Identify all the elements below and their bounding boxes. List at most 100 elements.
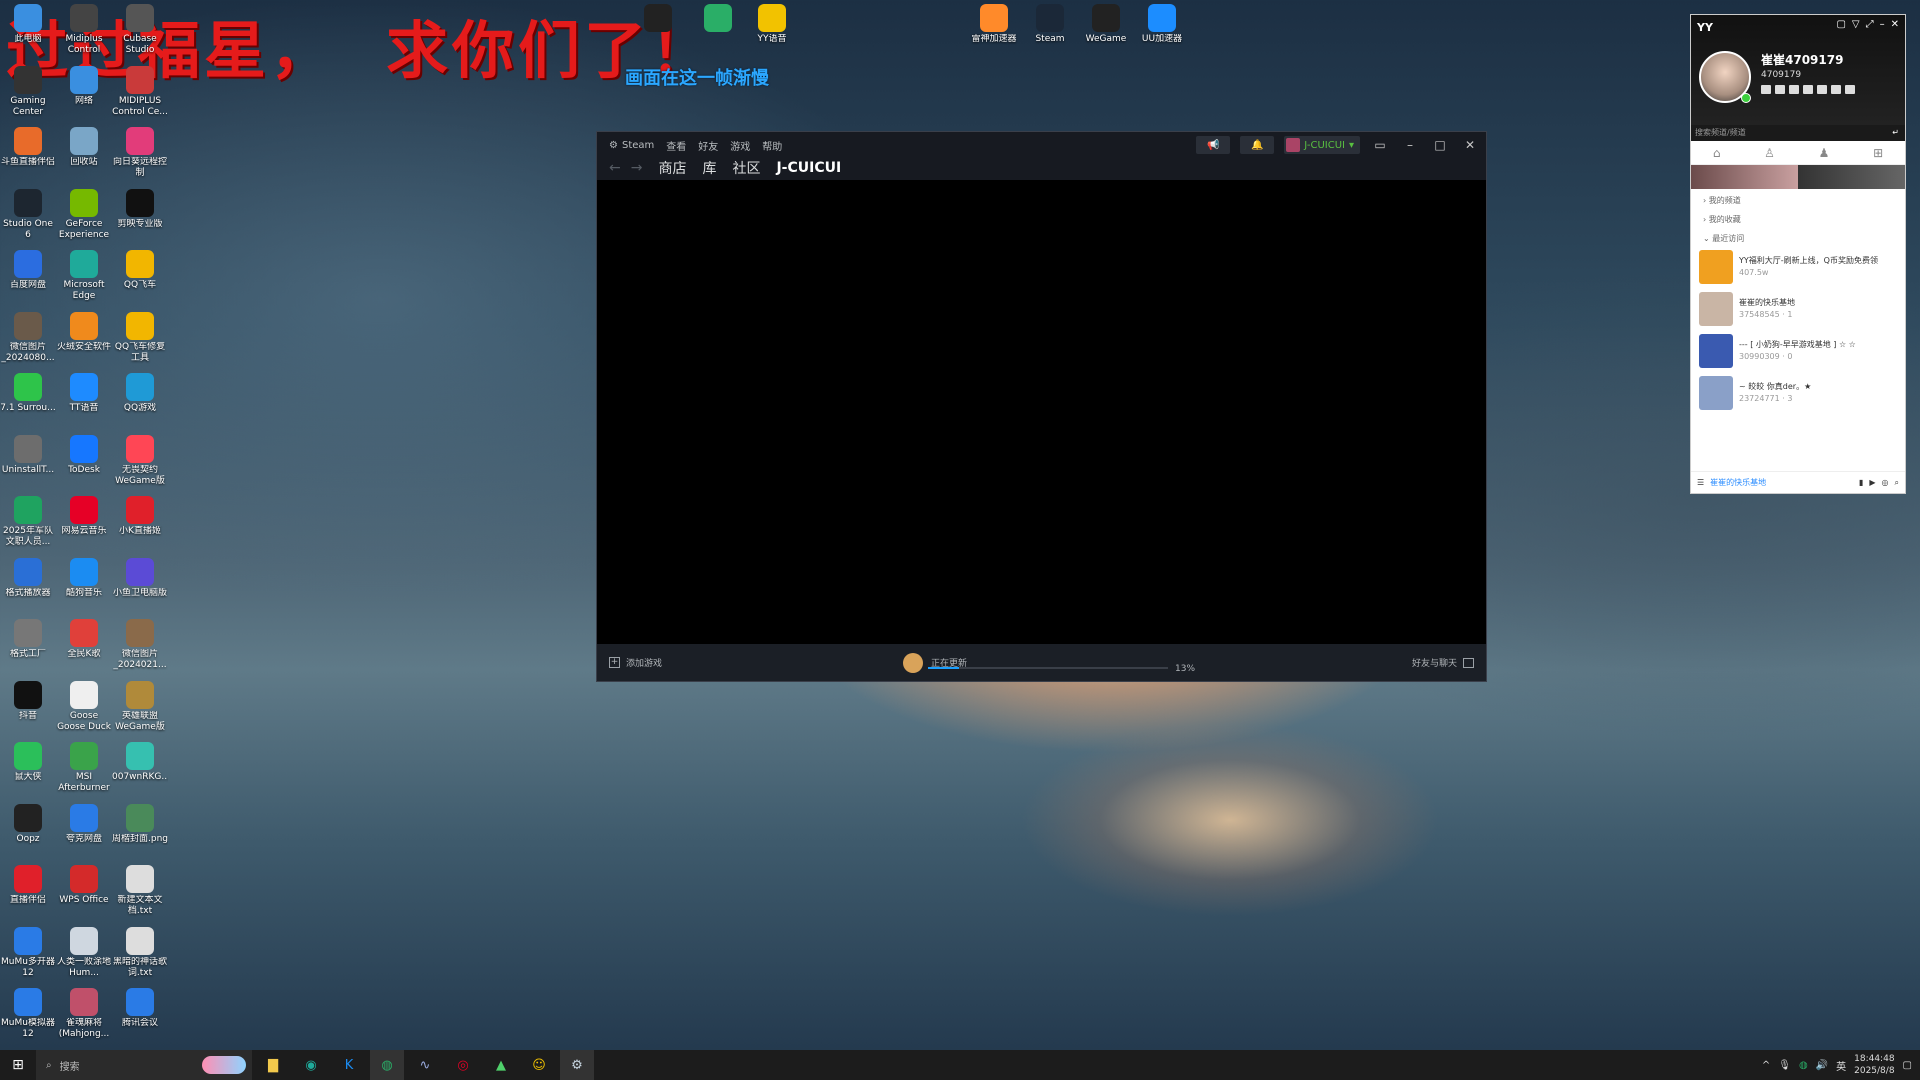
online-status-icon[interactable] bbox=[1741, 93, 1751, 103]
taskbar-search-input[interactable]: ⌕ 搜索 bbox=[36, 1050, 252, 1080]
download-status[interactable]: 正在更新 13% bbox=[903, 652, 1195, 674]
desktop-shortcut[interactable]: 此电脑 bbox=[0, 4, 56, 45]
steam-menu-view[interactable]: 查看 bbox=[666, 138, 686, 153]
friends-chat-button[interactable]: 好友与聊天 bbox=[1412, 656, 1474, 669]
broadcast-button[interactable]: 📢 bbox=[1196, 136, 1231, 154]
desktop-shortcut[interactable]: 直播伴侣 bbox=[0, 865, 56, 906]
nav-library[interactable]: 库 bbox=[702, 158, 716, 178]
volume-icon[interactable]: 🔊 bbox=[1816, 1060, 1828, 1071]
kugou-icon[interactable]: K bbox=[332, 1050, 366, 1080]
badge-icon[interactable] bbox=[1831, 85, 1841, 94]
steam-icon[interactable]: ⚙ bbox=[560, 1050, 594, 1080]
yy-recent-item[interactable]: YY福利大厅-刷新上线，Q币奖励免费领 407.5w bbox=[1691, 246, 1905, 288]
desktop-shortcut[interactable]: 向日葵远程控制 bbox=[112, 127, 168, 179]
yy-settings-icon[interactable]: ▽ bbox=[1852, 19, 1860, 30]
yy-expand-icon[interactable]: ⤢ bbox=[1866, 19, 1874, 30]
close-icon[interactable]: ✕ bbox=[1460, 138, 1480, 152]
desktop-shortcut[interactable]: 小K直播姬 bbox=[112, 496, 168, 537]
home-icon[interactable]: ⌂ bbox=[1713, 146, 1721, 160]
desktop-shortcut[interactable]: 腾讯会议 bbox=[112, 988, 168, 1029]
yy-icon[interactable]: ☺ bbox=[522, 1050, 556, 1080]
gift-icon[interactable]: ▮ bbox=[1859, 478, 1863, 487]
desktop-shortcut[interactable]: MIDIPLUS Control Ce... bbox=[112, 65, 168, 118]
input-language[interactable]: 英 bbox=[1836, 1058, 1846, 1073]
yy-banner-image[interactable] bbox=[1798, 165, 1905, 189]
desktop-shortcut[interactable]: QQ飞车 bbox=[112, 250, 168, 291]
badge-icon[interactable] bbox=[1775, 85, 1785, 94]
desktop-shortcut[interactable]: 格式工厂 bbox=[0, 619, 56, 660]
desktop-shortcut[interactable]: 英雄联盟WeGame版 bbox=[112, 680, 168, 733]
yy-banner-image[interactable] bbox=[1691, 165, 1798, 189]
desktop-shortcut[interactable]: 007wnRKG... bbox=[112, 742, 168, 783]
yy-recent-item[interactable]: 崔崔的快乐基地 37548545 · 1 bbox=[1691, 288, 1905, 330]
badge-icon[interactable] bbox=[1789, 85, 1799, 94]
yy-my-channel[interactable]: › 我的频道 bbox=[1691, 189, 1905, 208]
back-arrow-icon[interactable]: ← bbox=[609, 160, 621, 176]
desktop-shortcut[interactable]: Oopz bbox=[0, 803, 56, 845]
desktop-shortcut[interactable]: GeForce Experience bbox=[56, 188, 112, 241]
big-picture-icon[interactable]: ▭ bbox=[1370, 138, 1390, 152]
forward-arrow-icon[interactable]: → bbox=[631, 160, 643, 176]
yy-recent-item[interactable]: ~ 皎皎 你真der。★ 23724771 · 3 bbox=[1691, 372, 1905, 414]
desktop-shortcut[interactable]: 格式播放器 bbox=[0, 557, 56, 599]
steam-menu-help[interactable]: 帮助 bbox=[762, 138, 782, 153]
desktop-shortcut[interactable]: QQ飞车修复工具 bbox=[112, 311, 168, 364]
enter-icon[interactable]: ↵ bbox=[1892, 125, 1899, 141]
yy-current-group[interactable]: 崔崔的快乐基地 bbox=[1710, 477, 1853, 488]
nav-user[interactable]: J-CUICUI bbox=[776, 160, 841, 176]
desktop-shortcut[interactable]: 微信图片_2024021... bbox=[112, 619, 168, 671]
menu-icon[interactable]: ☰ bbox=[1697, 478, 1704, 487]
desktop-shortcut[interactable]: TT语音 bbox=[56, 373, 112, 414]
yy-recent-item[interactable]: --- [ 小奶狗-早早游戏基地 ] ☆ ☆ 30990309 · 0 bbox=[1691, 330, 1905, 372]
notifications-button[interactable]: 🔔 bbox=[1240, 136, 1275, 154]
desktop-shortcut[interactable]: 网易云音乐 bbox=[56, 496, 112, 537]
settings-icon[interactable]: ◎ bbox=[1882, 478, 1889, 487]
yy-close-icon[interactable]: ✕ bbox=[1891, 19, 1899, 30]
desktop-shortcut[interactable]: 酷狗音乐 bbox=[56, 557, 112, 599]
video-icon[interactable]: ▶ bbox=[1869, 478, 1875, 487]
desktop-shortcut[interactable]: 夸克网盘 bbox=[56, 803, 112, 845]
desktop-shortcut[interactable]: Steam bbox=[1022, 4, 1078, 45]
yy-search-input[interactable]: 搜索频道/频道 ↵ bbox=[1691, 125, 1905, 141]
desktop-shortcut[interactable]: QQ游戏 bbox=[112, 373, 168, 414]
edge-icon[interactable]: ◉ bbox=[294, 1050, 328, 1080]
desktop-shortcut[interactable]: MuMu模拟器12 bbox=[0, 988, 56, 1040]
nav-store[interactable]: 商店 bbox=[658, 158, 686, 178]
desktop-shortcut[interactable]: 剪映专业版 bbox=[112, 188, 168, 230]
desktop-shortcut[interactable]: WPS Office bbox=[56, 865, 112, 906]
wechat-tray-icon[interactable]: ◍ bbox=[1799, 1060, 1808, 1071]
desktop-shortcut[interactable]: 7.1 Surrou... bbox=[0, 373, 56, 414]
desktop-shortcut[interactable]: 全民K歌 bbox=[56, 619, 112, 660]
steam-menu-games[interactable]: 游戏 bbox=[730, 138, 750, 153]
windows-start-icon[interactable]: ⊞ bbox=[0, 1057, 36, 1073]
yy-skin-icon[interactable]: ▢ bbox=[1836, 19, 1845, 30]
steam-menu-steam[interactable]: ⚙ Steam bbox=[609, 140, 654, 151]
desktop-shortcut[interactable]: UU加速器 bbox=[1134, 4, 1190, 45]
desktop-shortcut[interactable]: 雷神加速器 bbox=[966, 4, 1022, 45]
desktop-shortcut[interactable]: Studio One 6 bbox=[0, 188, 56, 241]
desktop-shortcut[interactable]: 抖音 bbox=[0, 680, 56, 722]
desktop-shortcut[interactable]: 回收站 bbox=[56, 127, 112, 168]
yy-recent[interactable]: ⌄ 最近访问 bbox=[1691, 227, 1905, 246]
chevron-up-icon[interactable]: ^ bbox=[1762, 1060, 1770, 1071]
steam-menu-friends[interactable]: 好友 bbox=[698, 138, 718, 153]
desktop-shortcut[interactable]: 鼠大侠 bbox=[0, 742, 56, 783]
yy-minimize-icon[interactable]: – bbox=[1880, 19, 1885, 30]
desktop-shortcut[interactable]: MuMu多开器12 bbox=[0, 926, 56, 979]
desktop-shortcut[interactable]: UninstallT... bbox=[0, 434, 56, 476]
badge-icon[interactable] bbox=[1761, 85, 1771, 94]
desktop-shortcut[interactable]: 周楷封面.png bbox=[112, 803, 168, 845]
badge-icon[interactable] bbox=[1845, 85, 1855, 94]
desktop-shortcut[interactable]: MSI Afterburner bbox=[56, 742, 112, 794]
desktop-shortcut[interactable]: 微信图片_2024080... bbox=[0, 311, 56, 364]
desktop-shortcut[interactable]: 黑暗的神话歌词.txt bbox=[112, 926, 168, 979]
desktop-shortcut[interactable]: YY语音 bbox=[744, 4, 800, 45]
desktop-shortcut[interactable]: Midiplus Control bbox=[56, 4, 112, 56]
desktop-shortcut[interactable]: ToDesk bbox=[56, 434, 112, 476]
clock[interactable]: 18:44:48 2025/8/8 bbox=[1854, 1053, 1894, 1077]
desktop-shortcut[interactable]: 2025年军队文职人员... bbox=[0, 496, 56, 548]
notification-icon[interactable]: ▢ bbox=[1903, 1060, 1912, 1071]
desktop-shortcut[interactable]: 网络 bbox=[56, 65, 112, 107]
desktop-shortcut[interactable]: 新建文本文档.txt bbox=[112, 865, 168, 917]
desktop-shortcut[interactable]: 雀魂麻将 (Mahjong... bbox=[56, 988, 112, 1040]
